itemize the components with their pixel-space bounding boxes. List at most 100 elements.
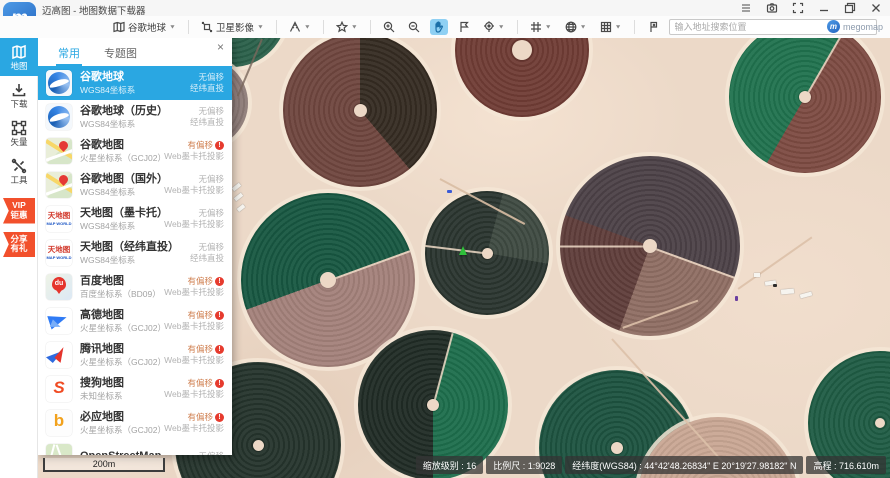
sogou-icon: S [46,376,72,402]
close-icon[interactable]: × [217,41,224,53]
layer-source-panel: × 常用专题图 谷歌地球WGS84坐标系无偏移经纬直投谷歌地球（历史）WGS84… [38,38,232,455]
globe-grid-icon [565,21,577,33]
measure-icon [289,21,301,33]
layer-row-text: 谷歌地球（历史）WGS84坐标系 [80,105,190,129]
layer-row[interactable]: 腾讯地图火星坐标系（GCJ02）有偏移!Web墨卡托投影 [38,338,232,372]
vip-promo-badge[interactable]: VIP钜惠 [3,198,35,224]
sidebar-item-下载[interactable]: 下载 [0,76,38,114]
building [781,288,794,294]
layer-crs: WGS84坐标系 [80,255,190,266]
layer-row[interactable]: b必应地图火星坐标系（GCJ02）有偏移!Web墨卡托投影 [38,406,232,440]
layer-row-status: 无偏移Web墨卡托投影 [164,174,224,196]
layer-crs: WGS84坐标系 [80,85,190,96]
offset-status: 有偏移! [164,344,224,355]
map-scale-bar: 200m [43,458,165,472]
tianditu-icon: 天地图MAP WORLD [46,240,72,266]
toolbar-separator [517,20,518,34]
map-layers-icon [113,21,125,33]
imagery-type-dropdown[interactable]: 卫星影像▼ [198,18,267,36]
projection-label: Web墨卡托投影 [164,389,224,400]
layer-row[interactable]: du百度地图百度坐标系（BD09）有偏移!Web墨卡托投影 [38,270,232,304]
zoom-in-icon [383,21,395,33]
toolbar-separator [276,20,277,34]
menu-button[interactable] [739,2,752,14]
layer-row-status: 无偏移经纬直投 [190,72,224,94]
pivot-center [643,239,657,253]
chevron-down-icon: ▼ [351,24,358,30]
measure-tool-button[interactable]: ▼ [286,19,314,35]
layer-name: 谷歌地图 [80,139,164,153]
map-canvas[interactable]: × 常用专题图 谷歌地球WGS84坐标系无偏移经纬直投谷歌地球（历史）WGS84… [38,38,890,478]
fullscreen-button[interactable] [791,2,804,14]
brand-watermark: m megomap [827,20,883,33]
sidebar-item-label: 矢量 [10,138,27,147]
amap-icon [46,308,72,334]
tab-常用[interactable]: 常用 [58,45,80,66]
flag-tool-button[interactable] [455,19,473,35]
location-tool-button[interactable]: ▼ [480,19,508,35]
flag-icon [458,21,470,33]
offset-status: 无偏移 [164,208,224,219]
zoom-out-button[interactable] [405,19,423,35]
layer-row[interactable]: 谷歌地图（国外）WGS84坐标系无偏移Web墨卡托投影 [38,168,232,202]
layer-row[interactable]: 谷歌地图火星坐标系（GCJ02）有偏移!Web墨卡托投影 [38,134,232,168]
location-pin-icon [483,21,495,33]
layer-name: 天地图（墨卡托） [80,207,164,221]
layer-row-text: 天地图（墨卡托）WGS84坐标系 [80,207,164,231]
sidebar-item-工具[interactable]: 工具 [0,152,38,190]
minimize-button[interactable] [817,2,830,14]
offset-status: 有偏移! [164,276,224,287]
irrigation-circle [455,38,589,117]
warning-icon: ! [215,311,224,320]
pan-tool-button[interactable] [430,19,448,35]
chevron-down-icon: ▼ [257,24,264,30]
offset-status: 无偏移 [198,451,224,455]
sidebar-item-矢量[interactable]: 矢量 [0,114,38,152]
grid-tool-button[interactable]: ▼ [527,19,555,35]
imagery-type-dropdown-label: 卫星影像 [216,20,254,34]
layer-row[interactable]: 天地图MAP WORLD天地图（墨卡托）WGS84坐标系无偏移Web墨卡托投影 [38,202,232,236]
layer-crs: WGS84坐标系 [80,119,190,130]
favorites-button[interactable]: ▼ [333,19,361,35]
layer-row[interactable]: S 搜狗地图未知坐标系有偏移!Web墨卡托投影 [38,372,232,406]
restore-button[interactable] [843,2,856,14]
layer-crs: 未知坐标系 [80,391,164,402]
zoom-level-indicator: 缩放级别 : 16 [416,456,484,474]
zoom-in-button[interactable] [380,19,398,35]
screenshot-button[interactable] [765,2,778,14]
projection-tool-button[interactable]: ▼ [562,19,590,35]
share-gift-badge[interactable]: 分享有礼 [3,232,35,258]
layer-row[interactable]: 谷歌地球（历史）WGS84坐标系无偏移经纬直投 [38,100,232,134]
map-scale-indicator: 比例尺 : 1:9028 [486,456,562,474]
tile-tool-button[interactable]: ▼ [597,19,625,35]
coordinates-indicator: 经纬度(WGS84) : 44°42'48.26834" E 20°19'27.… [565,456,803,474]
layer-row-text: 搜狗地图未知坐标系 [80,377,164,401]
projection-label: Web墨卡托投影 [164,287,224,298]
building [237,204,246,212]
close-button[interactable] [869,2,882,14]
map-source-dropdown[interactable]: 谷歌地球▼ [110,18,179,36]
sidebar-item-地图[interactable]: 地图 [0,38,38,76]
tree-placemark[interactable] [459,246,467,255]
vehicle-dot [735,296,738,301]
pivot-center [354,104,367,117]
chevron-down-icon: ▼ [580,24,587,30]
layer-row-text: 百度地图百度坐标系（BD09） [80,275,164,299]
google-earth-icon [46,104,72,130]
layer-row[interactable]: 高德地图火星坐标系（GCJ02）有偏移!Web墨卡托投影 [38,304,232,338]
layer-row[interactable]: 谷歌地球WGS84坐标系无偏移经纬直投 [38,66,232,100]
scale-bar-label: 200m [93,459,116,469]
building [754,273,760,277]
irrigation-circle [283,38,437,187]
layer-name: 天地图（经纬直投） [80,241,190,255]
toolbar-separator [188,20,189,34]
layer-row[interactable]: 天地图MAP WORLD天地图（经纬直投）WGS84坐标系无偏移经纬直投 [38,236,232,270]
pivot-center [320,272,336,288]
layer-row-status: 有偏移!Web墨卡托投影 [164,378,224,400]
layer-row-status: 有偏移!Web墨卡托投影 [164,140,224,162]
layer-name: 腾讯地图 [80,343,164,357]
tab-专题图[interactable]: 专题图 [104,45,137,66]
clear-marks-button[interactable] [644,19,662,35]
layer-row[interactable]: OpenStreetMap无偏移 [38,440,232,455]
irrigation-circle [729,38,881,173]
